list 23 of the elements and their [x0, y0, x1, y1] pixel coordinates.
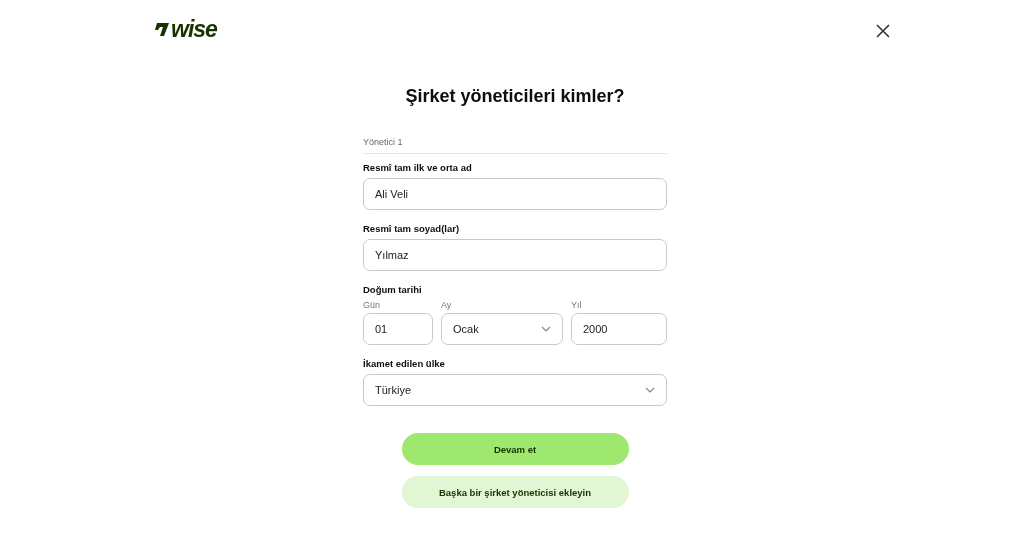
flag-logo-icon — [154, 21, 170, 37]
input-field[interactable]: 2000 — [571, 313, 667, 345]
input-field[interactable]: 01 — [363, 313, 433, 345]
dropdown[interactable]: Türkiye — [363, 374, 667, 406]
field-label: İkamet edilen ülke — [363, 358, 446, 369]
close-button[interactable] — [876, 24, 890, 38]
field-label: Ay — [441, 300, 453, 310]
logo-text: wise — [171, 17, 217, 41]
close-icon — [876, 24, 890, 38]
field-label: Doğum tarihi — [363, 284, 423, 295]
chevron-down-icon — [645, 387, 655, 393]
input-field[interactable]: Yılmaz — [363, 239, 667, 271]
continue-button[interactable]: Devam et — [401, 433, 629, 465]
page-title: Şirket yöneticileri kimler? — [404, 86, 626, 107]
chevron-down-icon — [541, 326, 551, 332]
field-label: Gün — [363, 300, 381, 310]
add-button[interactable]: Başka bir şirket yöneticisi ekleyin — [401, 476, 629, 508]
dropdown[interactable]: Ocak — [441, 313, 563, 345]
section-label: Yönetici 1 — [363, 137, 667, 154]
field-label: Resmî tam soyad(lar) — [363, 223, 461, 234]
field-label: Resmî tam ilk ve orta ad — [363, 162, 473, 173]
input-field[interactable]: Ali Veli — [363, 178, 667, 210]
field-label: Yıl — [571, 300, 583, 310]
